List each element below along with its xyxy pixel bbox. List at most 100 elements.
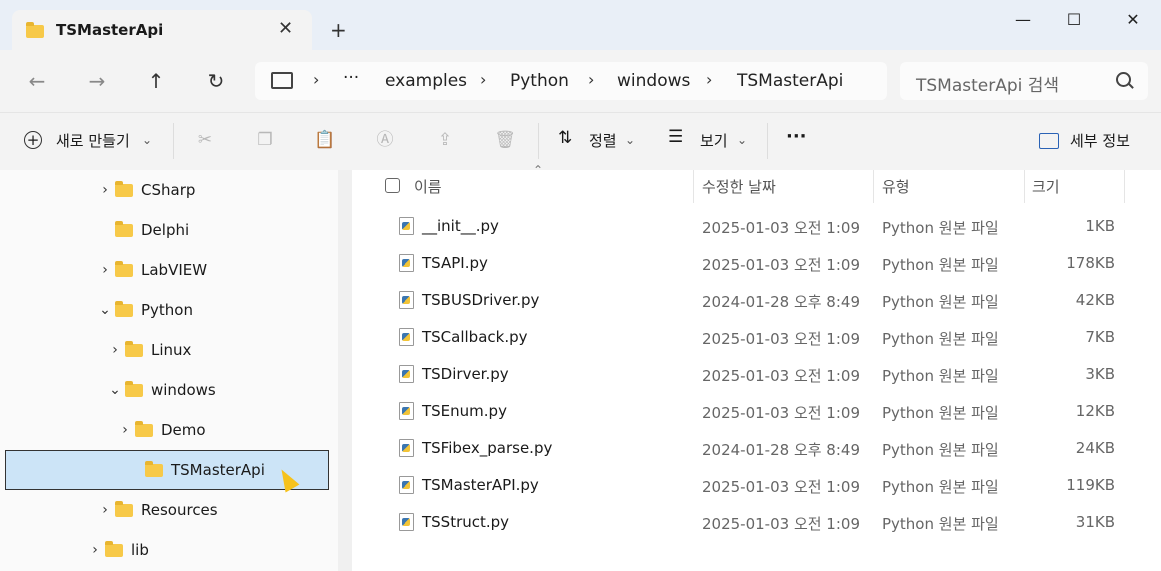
select-all-checkbox[interactable] — [385, 178, 400, 193]
file-row[interactable]: __init__.py 2025-01-03 오전 1:09 Python 원본 파… — [352, 208, 1152, 245]
column-divider[interactable] — [873, 170, 874, 203]
breadcrumb-windows[interactable]: windows — [617, 71, 690, 91]
file-row[interactable]: TSStruct.py 2025-01-03 오전 1:09 Python 원본 파… — [352, 504, 1152, 541]
chevron-down-icon: ⌄ — [737, 133, 748, 147]
address-bar[interactable]: › ··· examples › Python › windows › TSMa… — [255, 62, 887, 100]
file-name: TSFibex_parse.py — [422, 439, 553, 457]
close-window-button[interactable]: ✕ — [1108, 5, 1158, 35]
column-header-date[interactable]: 수정한 날짜 — [702, 176, 776, 197]
column-divider[interactable] — [1124, 170, 1125, 203]
python-file-icon — [399, 476, 414, 494]
tree-item-label: Linux — [151, 341, 192, 359]
tree-item-tsmasterapi[interactable]: TSMasterApi — [125, 451, 265, 489]
tree-item-label: LabVIEW — [141, 261, 208, 279]
file-row[interactable]: TSAPI.py 2025-01-03 오전 1:09 Python 원본 파일 17… — [352, 245, 1152, 282]
breadcrumb-separator: › — [588, 70, 595, 89]
tree-item-resources[interactable]: › Resources — [95, 491, 218, 529]
file-row[interactable]: TSEnum.py 2025-01-03 오전 1:09 Python 원본 파일 1… — [352, 393, 1152, 430]
file-type: Python 원본 파일 — [882, 256, 999, 274]
chevron-right-icon[interactable]: › — [95, 502, 115, 518]
chevron-down-icon[interactable]: ⌄ — [105, 382, 125, 398]
breadcrumb-tsmasterapi[interactable]: TSMasterApi — [737, 71, 843, 91]
minimize-button[interactable]: — — [998, 5, 1048, 35]
chevron-down-icon: ⌄ — [142, 133, 153, 147]
tree-item-label: windows — [151, 381, 216, 399]
new-tab-button[interactable]: + — [330, 18, 347, 42]
tab-close-icon[interactable]: ✕ — [278, 18, 293, 39]
column-header-name[interactable]: 이름 — [414, 176, 442, 197]
pane-splitter[interactable] — [338, 170, 352, 571]
python-file-icon — [399, 254, 414, 272]
tree-item-python[interactable]: ⌄ Python — [95, 291, 193, 329]
tab-tsmasterapi[interactable]: TSMasterApi ✕ — [12, 10, 312, 50]
file-size: 7KB — [1085, 328, 1115, 346]
search-box[interactable]: TSMasterApi 검색 — [900, 62, 1148, 100]
sort-button[interactable]: 정렬 — [589, 130, 617, 151]
tree-item-linux[interactable]: › Linux — [105, 331, 191, 369]
navigation-bar: ← → ↑ ↻ › ··· examples › Python › window… — [0, 50, 1161, 112]
tree-item-label: Python — [141, 301, 193, 319]
chevron-right-icon[interactable]: › — [85, 542, 105, 558]
folder-icon — [145, 460, 163, 477]
file-row[interactable]: TSFibex_parse.py 2024-01-28 오후 8:49 Python… — [352, 430, 1152, 467]
back-button[interactable]: ← — [22, 66, 52, 96]
python-file-icon — [399, 439, 414, 457]
chevron-down-icon[interactable]: ⌄ — [95, 302, 115, 318]
cut-icon[interactable]: ✂ — [194, 129, 216, 151]
chevron-right-icon[interactable]: › — [115, 422, 135, 438]
delete-icon[interactable]: 🗑 — [494, 129, 516, 151]
tree-item-label: lib — [131, 541, 149, 559]
maximize-button[interactable]: ☐ — [1049, 5, 1099, 35]
chevron-right-icon[interactable]: › — [95, 262, 115, 278]
new-button[interactable]: 새로 만들기 — [56, 130, 130, 151]
column-header-type[interactable]: 유형 — [882, 176, 910, 197]
file-size: 42KB — [1075, 291, 1115, 309]
up-button[interactable]: ↑ — [141, 66, 171, 96]
file-name: TSCallback.py — [422, 328, 528, 346]
breadcrumb-more[interactable]: ··· — [343, 68, 359, 88]
breadcrumb-python[interactable]: Python — [510, 71, 569, 91]
file-size: 119KB — [1066, 476, 1115, 494]
file-row[interactable]: TSDirver.py 2025-01-03 오전 1:09 Python 원본 파… — [352, 356, 1152, 393]
tree-item-csharp[interactable]: › CSharp — [95, 171, 195, 209]
forward-button[interactable]: → — [82, 66, 112, 96]
chevron-right-icon[interactable]: › — [105, 342, 125, 358]
file-name: TSStruct.py — [422, 513, 510, 531]
column-header-size[interactable]: 크기 — [1032, 176, 1060, 197]
share-icon[interactable]: ⇪ — [434, 129, 456, 151]
copy-icon[interactable]: ❐ — [254, 129, 276, 151]
tree-item-label: TSMasterApi — [171, 461, 265, 479]
paste-icon[interactable]: 📋 — [314, 129, 336, 151]
tree-item-demo[interactable]: › Demo — [115, 411, 206, 449]
tree-item-delphi[interactable]: Delphi — [95, 211, 189, 249]
refresh-button[interactable]: ↻ — [201, 66, 231, 96]
python-file-icon — [399, 365, 414, 383]
column-divider[interactable] — [1024, 170, 1025, 203]
rename-icon[interactable]: Ⓐ — [374, 129, 396, 151]
file-row[interactable]: TSBUSDriver.py 2024-01-28 오후 8:49 Python 원… — [352, 282, 1152, 319]
file-list: 이름 ⌃ 수정한 날짜 유형 크기 __init__.py 2025-01-03 … — [352, 163, 1161, 571]
column-divider[interactable] — [693, 170, 694, 203]
file-type: Python 원본 파일 — [882, 330, 999, 348]
tree-item-labview[interactable]: › LabVIEW — [95, 251, 207, 289]
python-file-icon — [399, 513, 414, 531]
details-button[interactable]: 세부 정보 — [1070, 130, 1130, 151]
file-name: __init__.py — [422, 217, 499, 235]
file-name: TSDirver.py — [422, 365, 509, 383]
tree-item-windows[interactable]: ⌄ windows — [105, 371, 216, 409]
file-row[interactable]: TSCallback.py 2025-01-03 오전 1:09 Python 원본… — [352, 319, 1152, 356]
chevron-right-icon[interactable]: › — [95, 182, 115, 198]
file-date: 2025-01-03 오전 1:09 — [702, 367, 860, 385]
search-icon[interactable] — [1116, 72, 1131, 87]
file-date: 2025-01-03 오전 1:09 — [702, 478, 860, 496]
breadcrumb-examples[interactable]: examples — [385, 71, 467, 91]
tree-item-lib[interactable]: › lib — [85, 531, 149, 569]
view-button[interactable]: 보기 — [700, 130, 728, 151]
file-row[interactable]: TSMasterAPI.py 2025-01-03 오전 1:09 Python 원… — [352, 467, 1152, 504]
folder-icon — [135, 420, 153, 437]
details-pane-icon — [1039, 133, 1059, 149]
more-options-button[interactable]: ··· — [786, 126, 807, 147]
search-input[interactable]: TSMasterApi 검색 — [916, 71, 1059, 96]
file-date: 2024-01-28 오후 8:49 — [702, 441, 860, 459]
folder-icon — [115, 220, 133, 237]
